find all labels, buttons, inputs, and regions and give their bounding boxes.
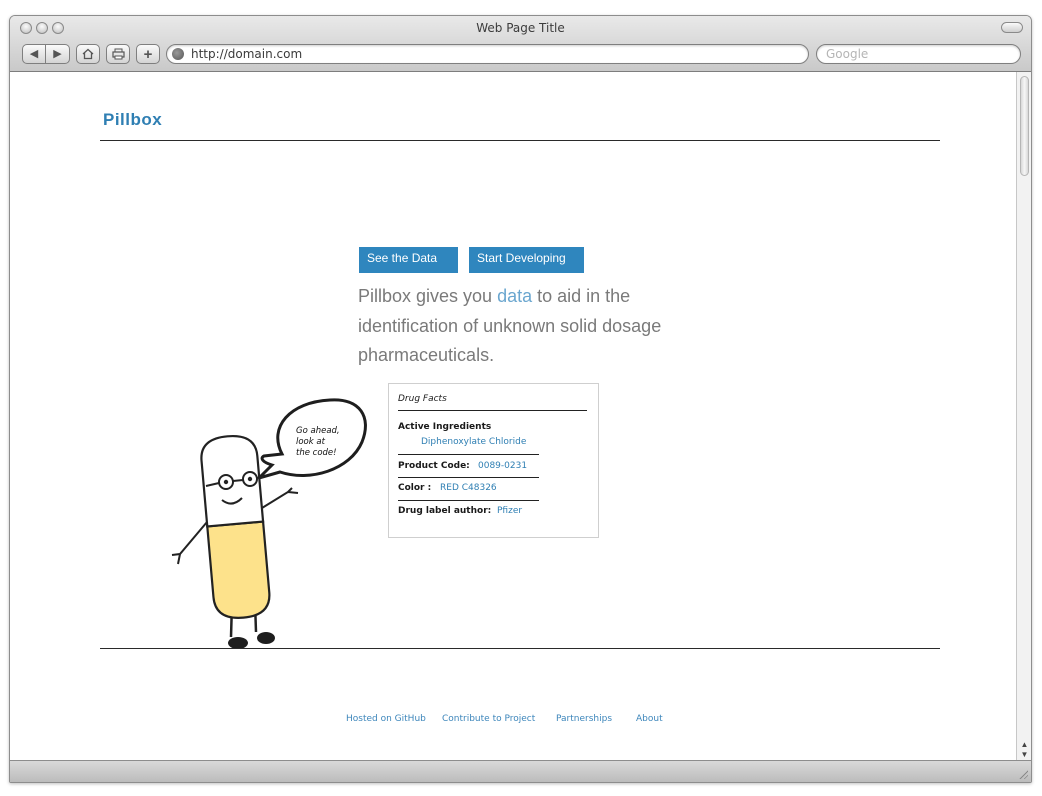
globe-icon [172, 48, 184, 60]
mascot-right-shoe [257, 632, 275, 644]
color-label: Color : [398, 483, 432, 493]
forward-arrow-icon: ▶ [53, 47, 62, 60]
url-text: http://domain.com [191, 47, 303, 61]
speech-line-3: the code! [296, 448, 337, 458]
scroll-arrows[interactable]: ▲ ▼ [1019, 740, 1030, 760]
product-code-value[interactable]: 0089-0231 [478, 461, 527, 471]
printer-icon [111, 48, 125, 60]
tagline: Pillbox gives you data to aid in the ide… [358, 282, 678, 371]
print-button[interactable] [106, 44, 130, 64]
window-title: Web Page Title [476, 21, 565, 35]
browser-window: Web Page Title ◀ ▶ + http://domain.com G… [9, 15, 1032, 783]
browser-toolbar: Web Page Title ◀ ▶ + http://domain.com G… [10, 16, 1031, 72]
resize-grip-icon[interactable] [1018, 769, 1028, 779]
active-ingredients-value[interactable]: Diphenoxylate Chloride [421, 437, 526, 447]
toolbar-toggle-button[interactable] [1001, 22, 1023, 33]
home-icon [82, 48, 94, 60]
status-bar [10, 760, 1031, 782]
vertical-scrollbar[interactable]: ▲ ▼ [1016, 72, 1031, 762]
drug-facts-card: Drug Facts Active Ingredients Diphenoxyl… [388, 383, 599, 538]
address-bar[interactable]: http://domain.com [166, 44, 809, 64]
author-value[interactable]: Pfizer [497, 506, 522, 516]
add-bookmark-button[interactable]: + [136, 44, 160, 64]
drug-facts-divider [398, 500, 539, 501]
footer-link-about[interactable]: About [636, 714, 663, 724]
pill-mascot-illustration: Go ahead, look at the code! [171, 398, 367, 649]
page-viewport: Pillbox See the Data Start Developing Pi… [10, 72, 1016, 760]
drug-facts-divider [398, 454, 539, 455]
footer-nav: Hosted on GitHub Contribute to Project P… [346, 714, 663, 724]
home-button[interactable] [76, 44, 100, 64]
data-link[interactable]: data [497, 286, 532, 306]
footer-link-partnerships[interactable]: Partnerships [556, 714, 636, 724]
product-code-label: Product Code: [398, 461, 470, 471]
plus-icon: + [143, 45, 153, 63]
forward-button[interactable]: ▶ [46, 44, 70, 64]
search-field[interactable]: Google [816, 44, 1021, 64]
speech-line-1: Go ahead, [296, 426, 340, 436]
navigation-buttons: ◀ ▶ + [22, 44, 160, 64]
tagline-text-start: Pillbox gives you [358, 286, 498, 306]
back-arrow-icon: ◀ [29, 47, 39, 60]
site-logo[interactable]: Pillbox [103, 110, 162, 130]
color-value[interactable]: RED C48326 [440, 483, 497, 493]
mascot-left-arm [171, 521, 208, 565]
active-ingredients-label: Active Ingredients [398, 422, 492, 432]
start-developing-button[interactable]: Start Developing [469, 247, 584, 273]
mascot-pill-bottom [206, 520, 271, 619]
footer-divider [100, 648, 940, 649]
drug-facts-divider [398, 477, 539, 478]
back-button[interactable]: ◀ [22, 44, 46, 64]
footer-link-github[interactable]: Hosted on GitHub [346, 714, 442, 724]
footer-link-contribute[interactable]: Contribute to Project [442, 714, 556, 724]
author-label: Drug label author: [398, 506, 492, 516]
drug-facts-divider [398, 410, 587, 411]
see-the-data-button[interactable]: See the Data [359, 247, 458, 273]
scrollbar-thumb[interactable] [1020, 76, 1029, 176]
speech-line-2: look at [296, 437, 326, 447]
search-placeholder: Google [826, 47, 869, 61]
header-divider [100, 140, 940, 141]
scroll-up-icon[interactable]: ▲ [1019, 740, 1030, 750]
scroll-down-icon[interactable]: ▼ [1019, 750, 1030, 760]
drug-facts-title: Drug Facts [398, 394, 447, 404]
mascot-right-arm [261, 487, 299, 509]
